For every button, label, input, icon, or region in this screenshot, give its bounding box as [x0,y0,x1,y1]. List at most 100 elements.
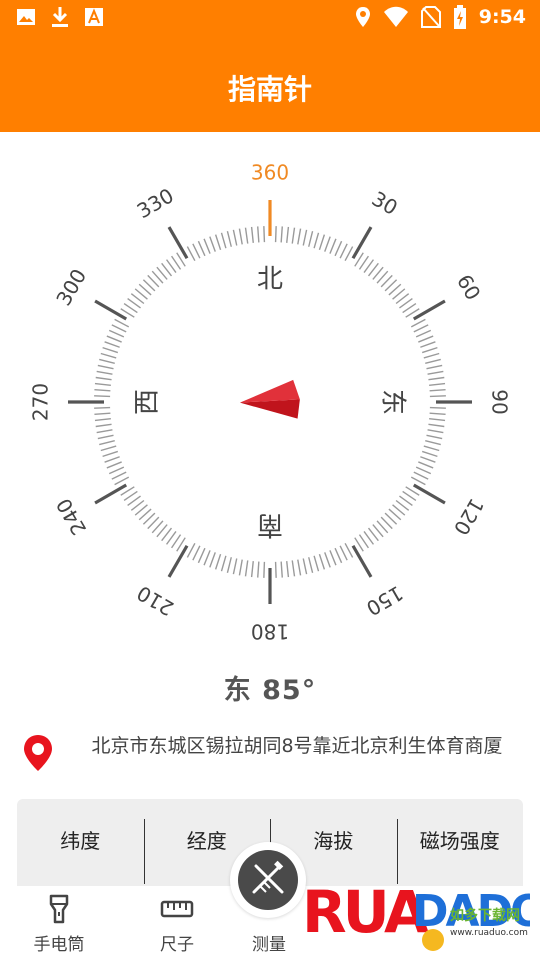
minor-tick [99,440,115,446]
minor-tick [97,364,114,370]
minor-tick [203,550,211,566]
degree-label-30: 30 [368,186,402,220]
minor-tick [102,346,119,354]
minor-tick [99,358,115,364]
minor-tick [250,226,254,243]
minor-tick [104,341,120,348]
minor-tick [257,226,260,243]
title-bar: 指南针 [0,36,540,132]
minor-tick [418,335,434,343]
minor-tick [95,423,112,428]
heading-readout: 东 85° [223,675,317,706]
nav-item-ruler[interactable]: 尺子 [132,894,222,955]
battery-charging-icon [453,5,466,29]
minor-tick [428,423,445,428]
minor-tick [418,461,434,469]
minor-tick [111,324,127,333]
minor-tick [429,406,446,409]
minor-tick [344,542,354,558]
minor-tick [192,243,201,259]
minor-tick [197,547,206,564]
minor-tick [313,555,320,572]
minor-tick [426,434,443,440]
svg-text:如多下载网: 如多下载网 [450,907,520,924]
minor-tick [96,429,113,434]
minor-tick [203,238,211,254]
minor-tick [100,352,117,359]
minor-tick [339,545,348,561]
minor-tick [423,445,440,452]
minor-tick [429,382,446,386]
minor-tick [95,376,112,381]
compass-needle [239,379,300,419]
svg-text:RUA: RUA [302,878,429,946]
cardinal-south: 南 [257,510,283,540]
minor-tick [426,364,443,370]
compass-dial: 360 30 60 90 120 150 180 210 240 270 300 330 北东南 西 [29,161,512,644]
minor-tick [429,418,446,422]
minor-tick [334,240,343,257]
minor-tick [410,318,426,328]
minor-tick [427,370,444,375]
minor-tick [324,236,331,252]
minor-tick [244,560,249,577]
minor-tick [324,552,331,568]
minor-tick [302,558,308,575]
minor-tick [94,412,111,415]
minor-tick [421,450,438,458]
minor-tick [106,461,122,469]
minor-tick [308,557,314,573]
status-time: 9:54 [478,6,526,28]
minor-tick [209,236,216,252]
minor-tick [263,226,266,243]
minor-tick [429,395,446,398]
minor-tick [425,358,441,364]
minor-tick [297,228,302,245]
degree-label-210: 210 [133,581,178,621]
minor-tick [108,466,125,475]
degree-label-300: 300 [51,265,91,310]
minor-tick [423,352,440,359]
minor-tick [420,456,436,463]
degree-label-240: 240 [51,494,91,539]
minor-tick [232,558,238,575]
minor-tick [220,555,227,572]
minor-tick [291,560,296,577]
minor-tick [192,545,201,561]
cardinal-west: 西 [133,389,163,415]
minor-tick [197,240,206,257]
watermark-logo: RUA DADO 如多下载网 www.ruaduo.com [302,878,530,951]
minor-tick [421,346,438,354]
degree-label-330: 330 [133,183,178,223]
minor-tick [280,561,283,578]
degree-label-120: 120 [449,494,489,539]
nav-label-ruler: 尺子 [160,935,194,955]
minor-tick [214,553,222,570]
minor-tick [238,559,243,576]
minor-tick [329,550,337,566]
minor-tick [96,370,113,375]
minor-tick [313,232,320,249]
minor-tick [257,561,260,578]
ruler-icon [160,900,194,918]
minor-tick [420,341,436,348]
minor-tick [413,471,429,480]
nav-label-flashlight: 手电筒 [33,935,85,955]
minor-tick [415,466,432,475]
minor-tick [302,229,308,246]
degree-label-90: 90 [488,389,512,414]
nav-item-flashlight[interactable]: 手电筒 [14,894,104,955]
minor-tick [186,542,196,558]
minor-tick [291,227,296,244]
degree-label-60: 60 [452,270,486,304]
minor-tick [415,329,432,338]
minor-tick [286,561,290,578]
minor-tick [111,471,127,480]
minor-tick [344,246,354,262]
minor-tick [114,318,130,328]
minor-tick [94,382,111,386]
minor-tick [308,231,314,247]
measure-fab-button[interactable] [230,842,306,918]
minor-tick [280,226,283,243]
minor-tick [334,547,343,564]
